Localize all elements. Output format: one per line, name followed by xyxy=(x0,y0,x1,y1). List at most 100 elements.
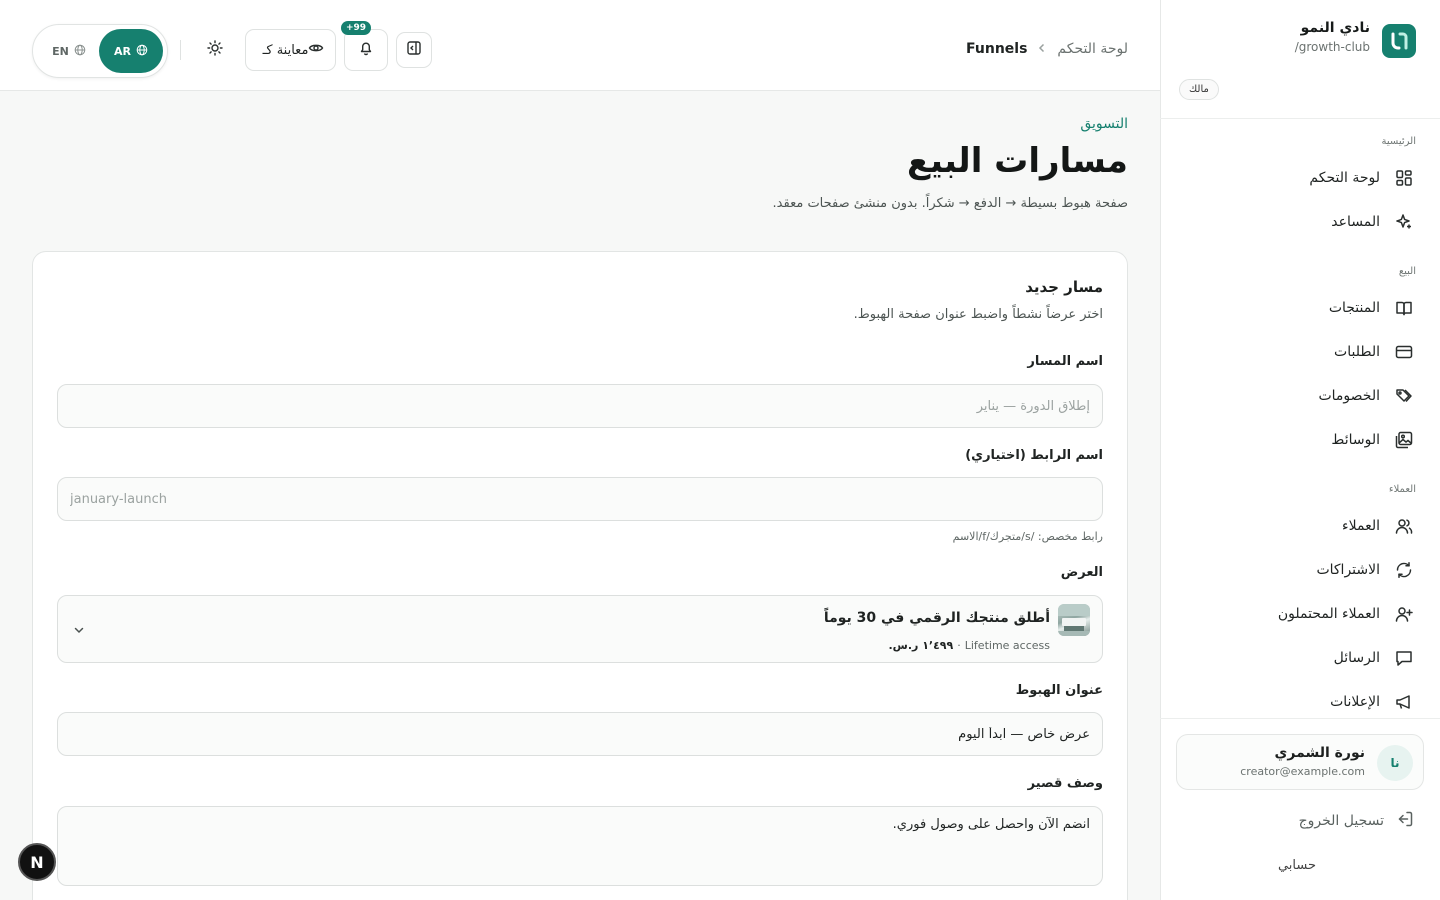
sidebar-item-subscriptions[interactable]: الاشتراكات xyxy=(1160,548,1440,592)
sparkles-icon xyxy=(1394,212,1414,232)
headline-label: عنوان الهبوط xyxy=(1015,683,1103,698)
sidebar-item-label: الوسائط xyxy=(1331,432,1380,448)
sidebar-item-label: الإعلانات xyxy=(1330,694,1380,710)
refresh-icon xyxy=(1394,560,1414,580)
brand-logo-icon[interactable] xyxy=(1382,24,1416,58)
notification-count-badge: +99 xyxy=(341,21,372,35)
notifications-button[interactable]: +99 xyxy=(341,21,388,71)
sidebar-item-label: العملاء المحتملون xyxy=(1277,606,1380,622)
sidebar-divider xyxy=(1160,718,1440,719)
slug-label: اسم الرابط (اختياري) xyxy=(965,448,1103,463)
language-ar-label: AR xyxy=(114,44,131,58)
avatar: نا xyxy=(1377,745,1413,781)
funnel-name-label: اسم المسار xyxy=(1027,354,1103,369)
sidebar-item-media[interactable]: الوسائط xyxy=(1160,418,1440,462)
sidebar-item-orders[interactable]: الطلبات xyxy=(1160,330,1440,374)
globe-icon xyxy=(74,44,86,59)
nav-section-title: البيع xyxy=(1398,266,1416,277)
sidebar-item-dashboard[interactable]: لوحة التحكم xyxy=(1160,156,1440,200)
headline-input[interactable] xyxy=(57,712,1103,756)
offer-label: العرض xyxy=(1060,565,1103,580)
breadcrumb-current: Funnels xyxy=(966,41,1028,57)
sidebar-item-products[interactable]: المنتجات xyxy=(1160,286,1440,330)
language-en-label: EN xyxy=(52,44,69,58)
offer-meta: Lifetime access · ١٬٤٩٩ ر.س. xyxy=(889,639,1051,652)
chevron-down-icon xyxy=(72,622,86,641)
megaphone-icon xyxy=(1394,692,1414,712)
dashboard-icon xyxy=(1394,168,1414,188)
breadcrumb-dashboard-link[interactable]: لوحة التحكم xyxy=(1057,41,1128,57)
nav-section-title: الرئيسية xyxy=(1381,136,1416,147)
sidebar-divider xyxy=(1160,118,1440,119)
sun-icon xyxy=(207,40,223,60)
images-icon xyxy=(1394,430,1414,450)
offer-thumbnail xyxy=(1058,604,1090,636)
tags-icon xyxy=(1394,386,1414,406)
sidebar-nav: الرئيسية لوحة التحكم المساعد البيع المنت… xyxy=(1160,130,1440,718)
page-subtitle: صفحة هبوط بسيطة → الدفع → شكراً. بدون من… xyxy=(772,196,1128,211)
language-switcher: AR EN xyxy=(32,24,168,78)
credit-card-icon xyxy=(1394,342,1414,362)
user-name: نورة الشمري xyxy=(1274,745,1365,761)
toolbar-divider xyxy=(180,40,181,60)
bell-icon xyxy=(358,40,374,60)
sidebar-item-messages[interactable]: الرسائل xyxy=(1160,636,1440,680)
user-card[interactable]: نا نورة الشمري creator@example.com xyxy=(1176,734,1424,790)
sidebar-item-label: الاشتراكات xyxy=(1316,562,1380,578)
brand-name: نادي النمو xyxy=(1300,20,1370,36)
logout-label: تسجيل الخروج xyxy=(1298,813,1384,829)
main-content: التسويق مسارات البيع صفحة هبوط بسيطة → ا… xyxy=(0,91,1160,900)
users-icon xyxy=(1394,516,1414,536)
sidebar-item-label: العملاء xyxy=(1342,518,1380,534)
user-plus-icon xyxy=(1394,604,1414,624)
chevron-left-icon xyxy=(1037,42,1047,57)
sidebar-item-customers[interactable]: العملاء xyxy=(1160,504,1440,548)
sidebar-item-label: الطلبات xyxy=(1334,344,1380,360)
brand-block: نادي النمو /growth-club مالك xyxy=(1179,20,1418,118)
new-funnel-card: مسار جديد اختر عرضاً نشطاً واضبط عنوان ص… xyxy=(32,251,1128,900)
toggle-sidebar-button[interactable] xyxy=(396,32,432,68)
page-title: مسارات البيع xyxy=(906,141,1128,181)
funnel-name-input[interactable] xyxy=(57,384,1103,428)
eye-icon xyxy=(308,40,324,60)
breadcrumb: لوحة التحكم Funnels xyxy=(966,41,1128,57)
preview-label: معاينة كـ xyxy=(262,42,309,58)
preview-as-button[interactable]: معاينة كـ xyxy=(245,29,336,71)
offer-title: أطلق منتجك الرقمي في 30 يوماً xyxy=(823,610,1050,626)
short-description-textarea[interactable]: انضم الآن واحصل على وصول فوري. xyxy=(57,806,1103,886)
globe-icon xyxy=(136,44,148,59)
language-ar-option[interactable]: AR xyxy=(99,29,163,73)
role-badge: مالك xyxy=(1179,79,1219,100)
card-title: مسار جديد xyxy=(1025,278,1103,296)
offer-meta-separator: · xyxy=(957,639,961,652)
page-eyebrow: التسويق xyxy=(1080,116,1128,132)
dev-tools-badge[interactable]: N xyxy=(18,843,56,881)
sidebar-toggle-icon xyxy=(406,40,422,60)
offer-select[interactable]: أطلق منتجك الرقمي في 30 يوماً Lifetime a… xyxy=(57,595,1103,663)
sidebar-item-label: المنتجات xyxy=(1328,300,1380,316)
sidebar-item-leads[interactable]: العملاء المحتملون xyxy=(1160,592,1440,636)
offer-access: Lifetime access xyxy=(964,639,1050,652)
language-en-option[interactable]: EN xyxy=(41,29,97,73)
card-description: اختر عرضاً نشطاً واضبط عنوان صفحة الهبوط… xyxy=(853,307,1103,322)
sidebar-item-label: لوحة التحكم xyxy=(1309,170,1380,186)
slug-input[interactable] xyxy=(57,477,1103,521)
sidebar-item-label: الخصومات xyxy=(1318,388,1380,404)
brand-slug: /growth-club xyxy=(1294,40,1370,54)
sidebar-item-ads[interactable]: الإعلانات xyxy=(1160,680,1440,718)
theme-toggle-button[interactable] xyxy=(198,33,232,67)
user-email: creator@example.com xyxy=(1240,765,1365,778)
book-icon xyxy=(1394,298,1414,318)
account-link[interactable]: حسابي xyxy=(1278,858,1316,873)
sidebar-item-assistant[interactable]: المساعد xyxy=(1160,200,1440,244)
nav-section-title: العملاء xyxy=(1388,484,1416,495)
offer-price: ١٬٤٩٩ ر.س. xyxy=(888,639,954,652)
sidebar-item-discounts[interactable]: الخصومات xyxy=(1160,374,1440,418)
topbar: لوحة التحكم Funnels +99 معاينة كـ AR EN xyxy=(0,0,1160,91)
sidebar-item-label: الرسائل xyxy=(1333,650,1380,666)
sidebar-item-label: المساعد xyxy=(1331,214,1380,230)
sidebar: نادي النمو /growth-club مالك الرئيسية لو… xyxy=(1160,0,1440,900)
logout-button[interactable]: تسجيل الخروج xyxy=(1299,810,1414,832)
message-icon xyxy=(1394,648,1414,668)
logout-icon xyxy=(1396,810,1414,832)
